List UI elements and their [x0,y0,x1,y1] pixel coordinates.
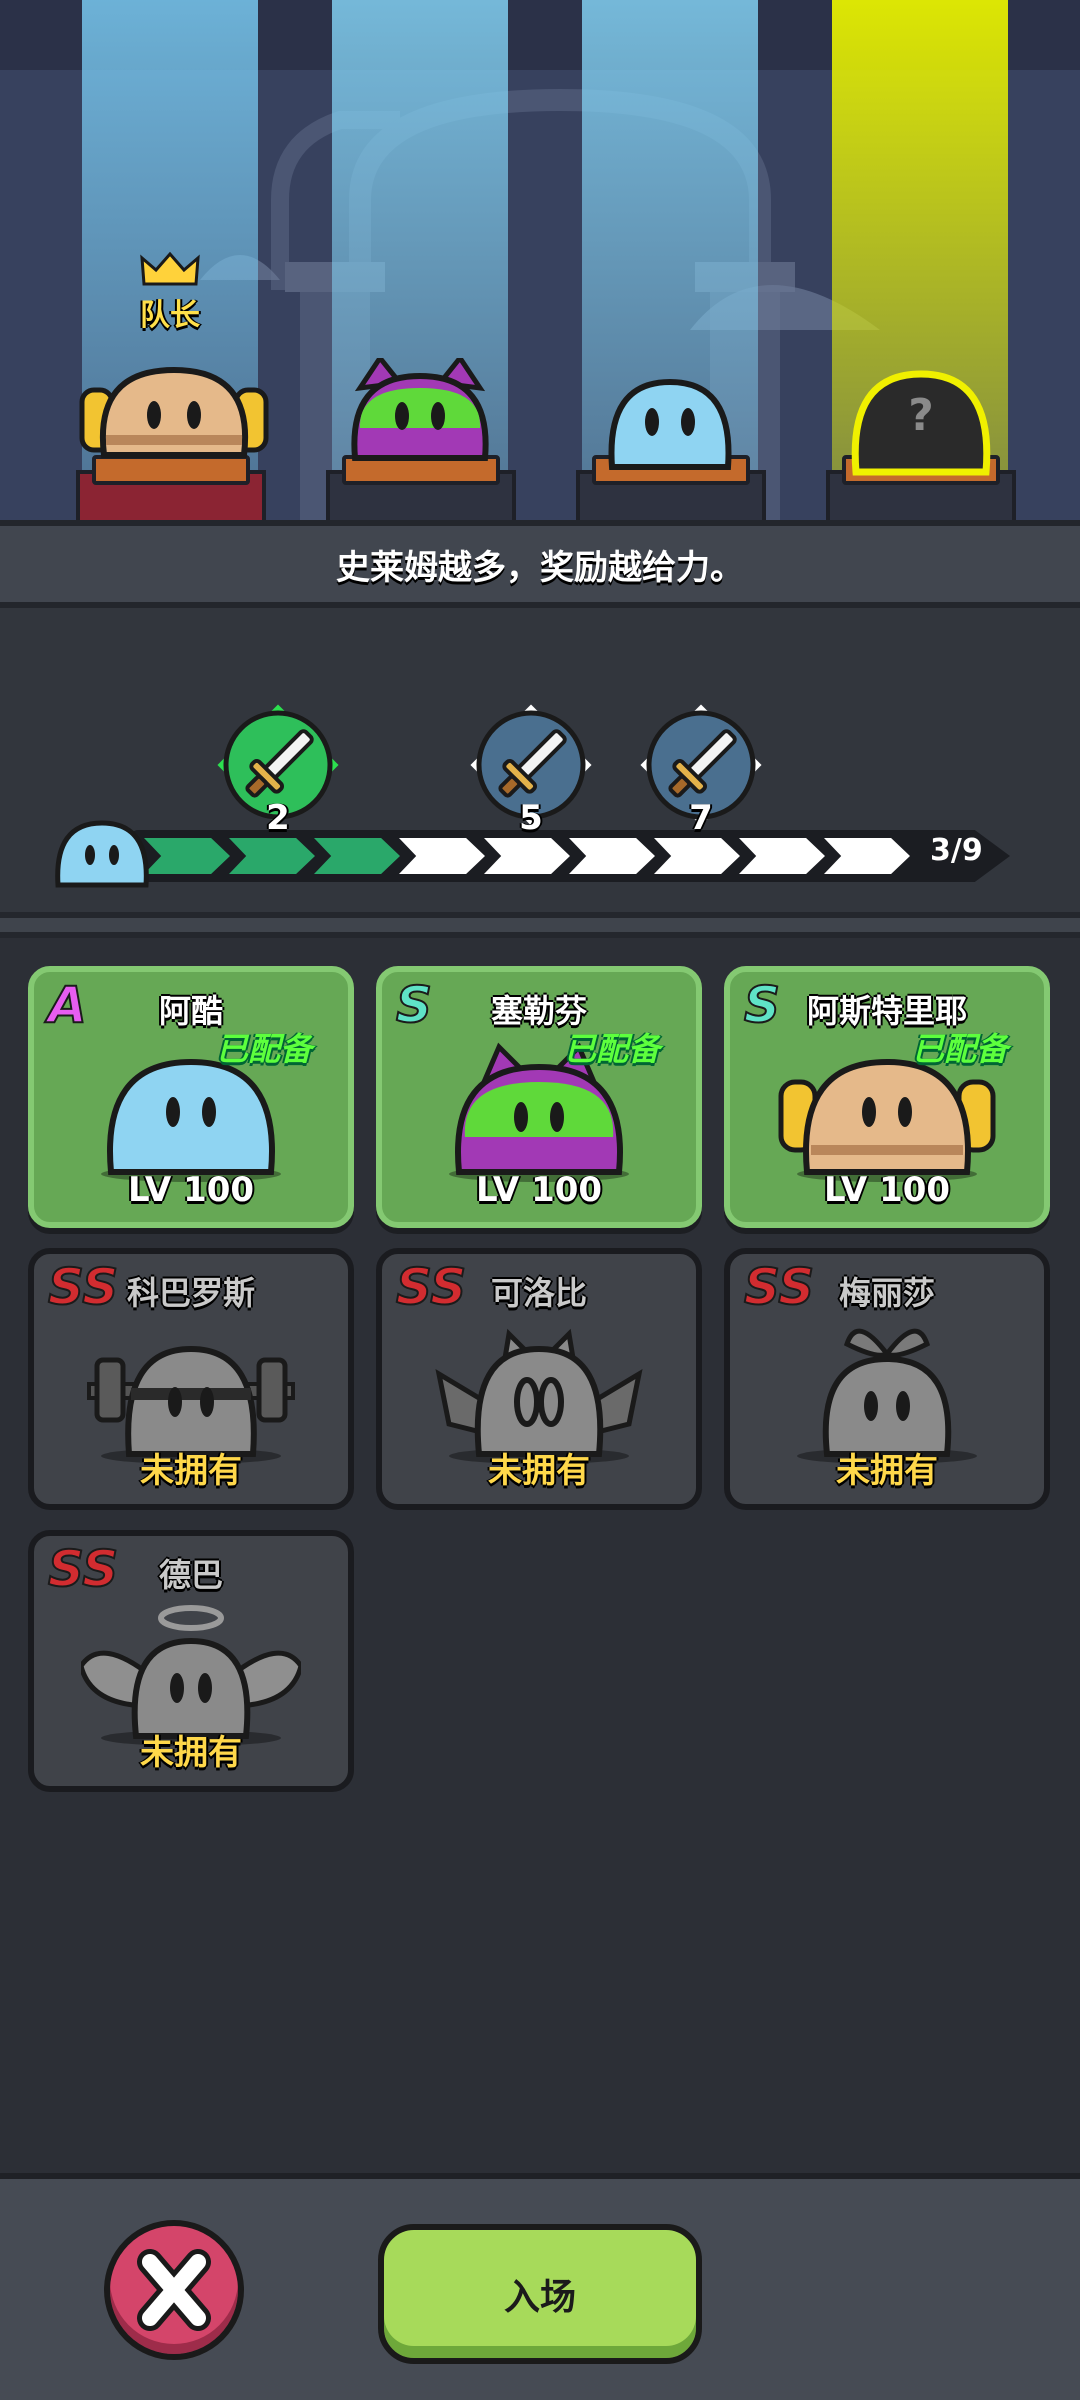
angel-slime-icon [81,1605,301,1746]
milestone-reward[interactable]: 2 [213,700,343,850]
not-owned-label: 未拥有 [140,1451,242,1491]
slime-card[interactable]: S 阿斯特里耶 已配备 LV 100 [724,966,1050,1228]
unknown-slime[interactable]: ? [846,368,996,476]
hint-bar: 史莱姆越多，奖励越给力。 [0,520,1080,608]
crown-icon [140,251,200,286]
leader-badge: 队长 [120,250,220,334]
progress-slime-icon [55,820,149,888]
milestone-value: 7 [689,798,713,838]
slime-level: LV 100 [475,1170,603,1210]
slime-card[interactable]: SS 可洛比 未拥有 [376,1248,702,1510]
close-icon [137,2249,211,2331]
hint-text: 史莱姆越多，奖励越给力。 [336,547,744,588]
slime-name: 可洛比 [490,1274,587,1312]
slime-level: LV 100 [127,1170,255,1210]
slime-card[interactable]: S 塞勒芬 已配备 LV 100 [376,966,702,1228]
astrid-slime[interactable] [64,360,284,470]
barbell-slime-icon [87,1345,295,1464]
progress-count: 3/9 [930,833,983,868]
not-owned-label: 未拥有 [140,1733,242,1773]
enter-button[interactable]: 入场 [378,2224,702,2364]
equipped-tag: 已配备 [563,1030,660,1068]
slime-card[interactable]: SS 梅丽莎 未拥有 [724,1248,1050,1510]
slime-card[interactable]: A 阿酷 已配备 LV 100 [28,966,354,1228]
not-owned-label: 未拥有 [488,1451,590,1491]
equipped-tag: 已配备 [911,1030,1008,1068]
slime-level: LV 100 [823,1170,951,1210]
leader-label: 队长 [140,298,200,333]
cyrfin-slime[interactable] [340,358,500,468]
milestone-value: 5 [519,798,543,838]
sprout-slime-icon [797,1328,977,1464]
slime-card[interactable]: SS 科巴罗斯 未拥有 [28,1248,354,1510]
team-stage: 队长 ? [0,0,1080,520]
aku-slime[interactable] [600,372,740,472]
close-button[interactable] [104,2220,244,2360]
question-mark: ? [908,390,934,441]
slime-name: 梅丽莎 [838,1274,935,1312]
enter-button-label: 入场 [503,2277,576,2318]
milestone-value: 2 [266,798,290,838]
section-divider [0,912,1080,938]
bat-slime-icon [435,1328,643,1464]
milestone-reward[interactable]: 7 [636,700,766,850]
equipped-tag: 已配备 [215,1030,312,1068]
slime-name: 科巴罗斯 [126,1274,255,1312]
milestone-reward[interactable]: 5 [466,700,596,850]
slime-name: 德巴 [158,1556,223,1594]
not-owned-label: 未拥有 [836,1451,938,1491]
slime-card[interactable]: SS 德巴 未拥有 [28,1530,354,1792]
